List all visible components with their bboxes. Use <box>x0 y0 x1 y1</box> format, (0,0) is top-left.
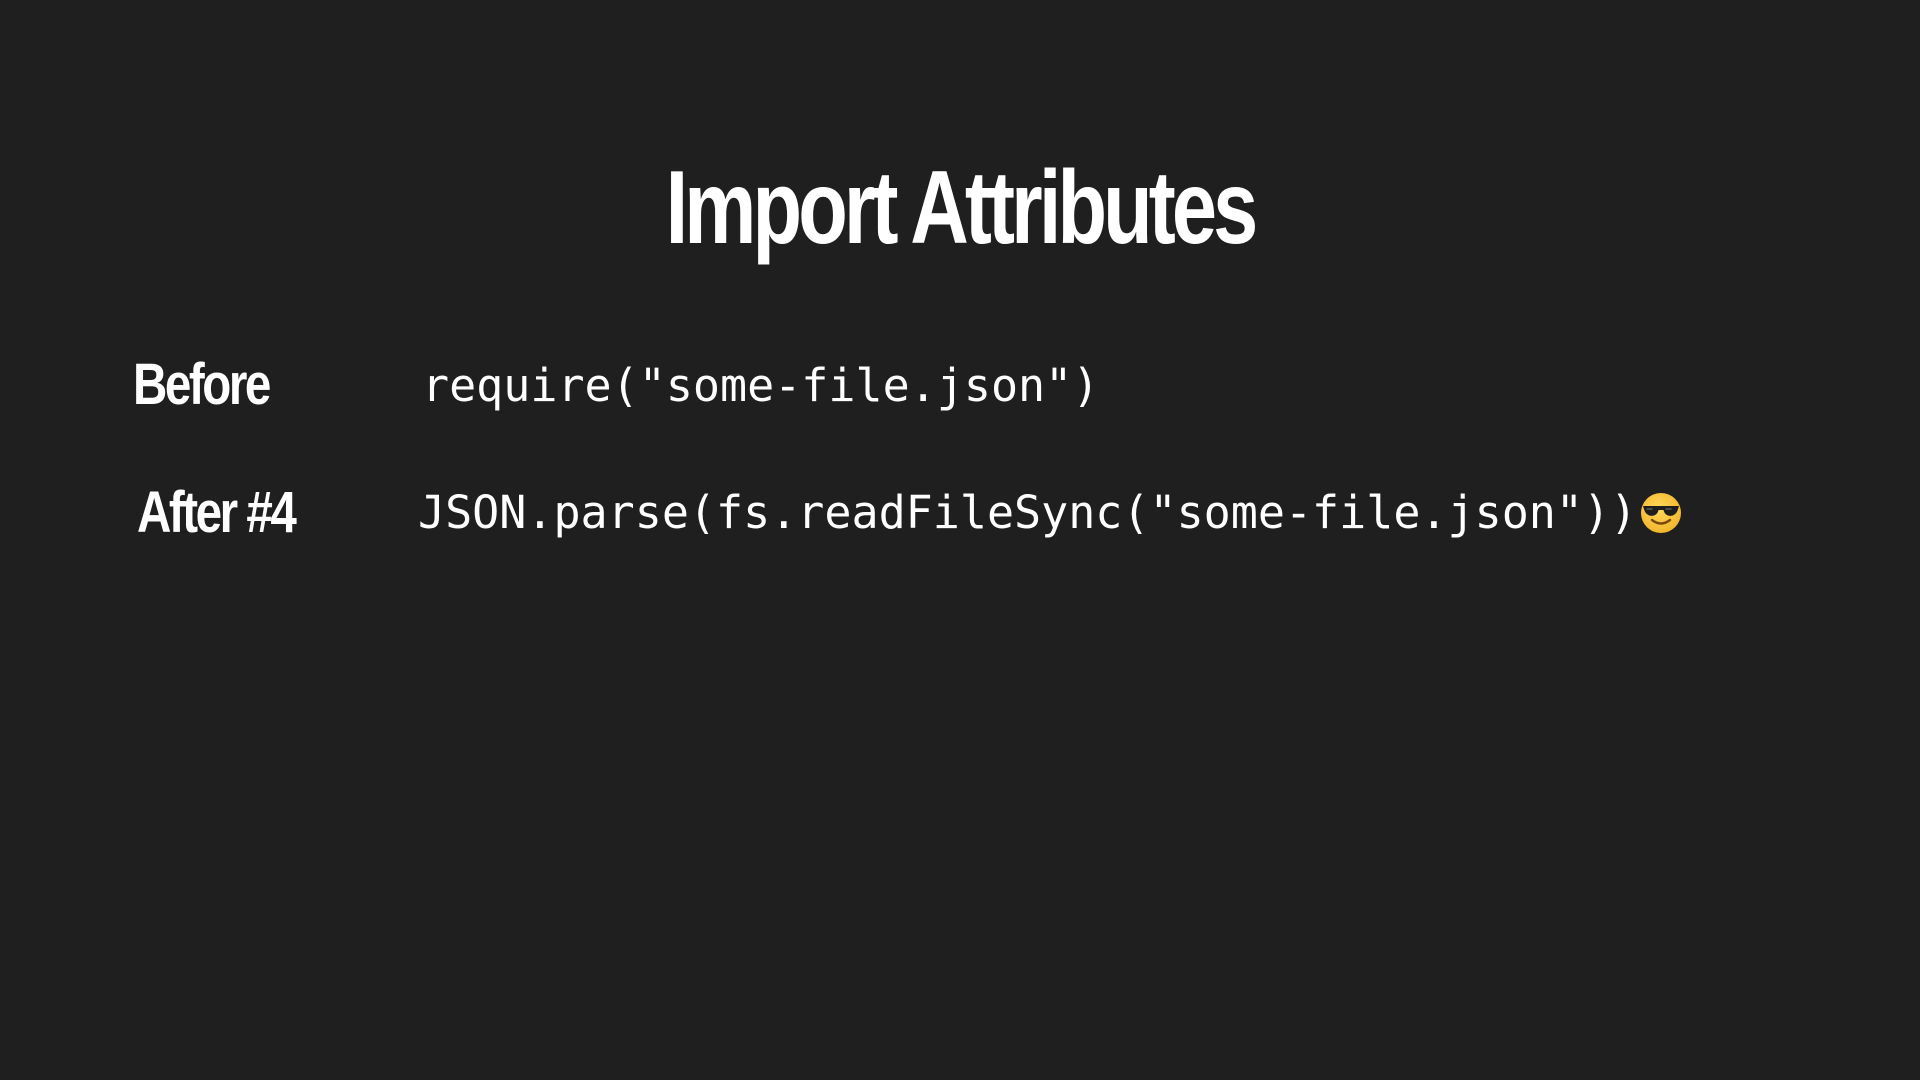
smiling-face-with-sunglasses-icon <box>1641 493 1681 533</box>
before-code: require("some-file.json") <box>422 359 1100 412</box>
after-label: After #4 <box>137 480 297 545</box>
slide: Import Attributes Before require("some-f… <box>0 0 1920 1080</box>
before-label: Before <box>133 352 271 417</box>
slide-title: Import Attributes <box>665 150 1259 266</box>
after-code: JSON.parse(fs.readFileSync("some-file.js… <box>418 486 1638 539</box>
